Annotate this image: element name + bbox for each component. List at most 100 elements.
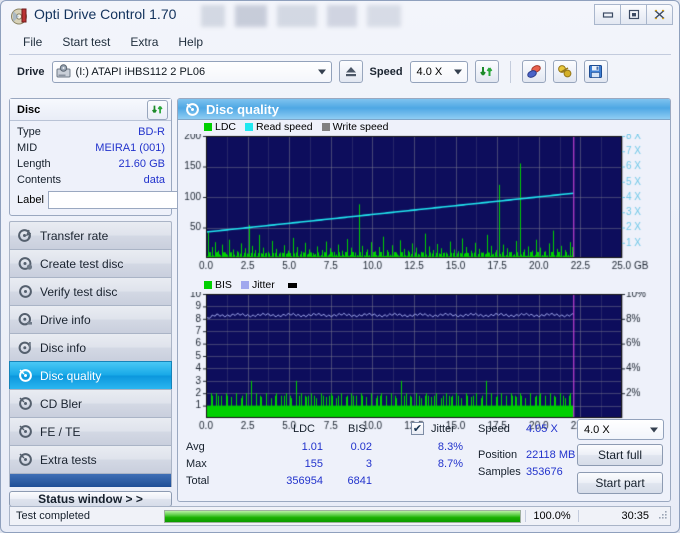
- disc-transfer-icon: [18, 229, 32, 242]
- disc-verify-icon: [19, 285, 32, 298]
- results-header-ldc: LDC: [293, 423, 316, 435]
- disc-value-mid: MEIRA1 (001): [95, 142, 165, 154]
- sidebar-item-label: Verify test disc: [40, 284, 118, 299]
- settings-button[interactable]: [552, 60, 577, 83]
- eject-button[interactable]: [338, 60, 363, 83]
- position-label: Position: [478, 449, 518, 461]
- fe-te-icon: [19, 425, 32, 438]
- chart-bottom: [178, 292, 670, 434]
- blurred-overlay-text: [201, 5, 401, 27]
- status-window-button[interactable]: Status window > >: [9, 491, 172, 507]
- results-max-bis: 3: [365, 458, 372, 470]
- sidebar-item-disc-info[interactable]: Disc info: [9, 333, 172, 361]
- disc-properties: Type BD-R MID MEIRA1 (001) Length 21.60 …: [10, 121, 251, 215]
- sidebar-item-drive-info[interactable]: Drive info: [9, 305, 172, 333]
- close-button[interactable]: [646, 4, 673, 25]
- legend-swatch-ldc: [204, 123, 212, 131]
- menu-item-start-test[interactable]: Start test: [52, 33, 120, 51]
- sidebar-item-cd-bler[interactable]: CD Bler: [9, 389, 172, 417]
- chart-top-canvas: [178, 134, 668, 274]
- results-header-bis: BIS: [348, 423, 366, 435]
- window-controls: [594, 4, 673, 25]
- window-title: Opti Drive Control 1.70: [34, 6, 177, 22]
- sidebar-item-verify-test-disc[interactable]: Verify test disc: [9, 277, 172, 305]
- speed-result-label: Speed: [478, 423, 510, 435]
- sidebar-item-fe-te[interactable]: FE / TE: [9, 417, 172, 445]
- chart-marker-icon: [287, 282, 297, 288]
- results-row-label-max: Max: [186, 458, 207, 470]
- erase-button[interactable]: [521, 60, 546, 83]
- jitter-checkbox[interactable]: ✔: [411, 422, 424, 435]
- legend-swatch-write-speed: [321, 123, 330, 131]
- sidebar-item-extra-tests[interactable]: Extra tests: [9, 445, 172, 473]
- legend-swatch-read-speed: [245, 123, 254, 131]
- disc-refresh-button[interactable]: [147, 99, 168, 120]
- sidebar-item-label: Disc quality: [40, 368, 102, 383]
- disc-row-mid: MID MEIRA1 (001): [17, 140, 165, 156]
- drive-icon: [56, 64, 71, 78]
- refresh-button[interactable]: [474, 60, 499, 83]
- title-bar: Opti Drive Control 1.70: [1, 1, 679, 31]
- disc-key-mid: MID: [17, 142, 38, 154]
- menu-item-file[interactable]: File: [13, 33, 52, 51]
- results-total-bis: 6841: [347, 475, 372, 487]
- results-header-jitter: Jitter: [431, 423, 455, 435]
- sidebar-nav: Transfer rate Create test disc Verify te…: [9, 221, 172, 487]
- disc-value-contents: data: [143, 174, 165, 186]
- main-panel-header: Disc quality: [178, 99, 670, 120]
- disc-create-icon: [18, 257, 33, 270]
- chevron-down-icon: [453, 69, 462, 74]
- toolbar-separator: [509, 60, 511, 83]
- menu-item-extra[interactable]: Extra: [120, 33, 168, 51]
- drive-select[interactable]: (I:) ATAPI iHBS112 2 PL06: [51, 60, 332, 83]
- disc-key-length: Length: [17, 158, 51, 170]
- legend-ldc: LDC: [204, 121, 236, 133]
- minimize-icon: [602, 12, 613, 18]
- sidebar-item-disc-quality[interactable]: Disc quality: [9, 361, 172, 389]
- disc-value-length: 21.60 GB: [118, 158, 165, 170]
- status-bar: Test completed 100.0% 30:35: [9, 506, 671, 526]
- resize-grip[interactable]: [657, 509, 670, 523]
- disc-key-contents: Contents: [17, 174, 62, 186]
- drive-info-icon: [18, 313, 32, 326]
- results-max-jitter: 8.7%: [437, 458, 463, 470]
- speed-select[interactable]: 4.0 X: [409, 60, 468, 83]
- maximize-icon: [628, 9, 639, 20]
- start-full-button[interactable]: Start full: [577, 444, 663, 466]
- results-avg-ldc: 1.01: [301, 441, 323, 453]
- drive-label: Drive: [17, 65, 45, 78]
- sidebar: Disc Type BD-R MID MEIRA1 (001) Length 2…: [9, 98, 251, 507]
- disc-label-key: Label: [17, 194, 44, 206]
- disc-value-type: BD-R: [138, 126, 165, 138]
- refresh-icon: [152, 105, 163, 114]
- disc-row-type: Type BD-R: [17, 124, 165, 140]
- progress-bar-fill: [165, 510, 520, 522]
- legend-label-jitter: Jitter: [251, 279, 275, 291]
- legend-label-write-speed: Write speed: [332, 121, 389, 133]
- legend-swatch-jitter: [240, 281, 249, 289]
- content-area: Disc Type BD-R MID MEIRA1 (001) Length 2…: [9, 98, 671, 507]
- resize-grip-icon: [659, 511, 667, 519]
- start-part-button[interactable]: Start part: [577, 472, 663, 494]
- save-icon: [589, 65, 603, 78]
- samples-label: Samples: [478, 466, 521, 478]
- sidebar-item-create-test-disc[interactable]: Create test disc: [9, 249, 172, 277]
- main-panel-title: Disc quality: [206, 101, 279, 117]
- sidebar-item-label: FE / TE: [40, 424, 81, 439]
- maximize-button[interactable]: [620, 4, 647, 25]
- progress-bar: [164, 509, 521, 523]
- disc-quality-icon: [19, 369, 32, 382]
- extra-tests-icon: [19, 453, 32, 466]
- sidebar-item-label: Extra tests: [40, 452, 97, 467]
- menu-item-help[interactable]: Help: [168, 33, 213, 51]
- sidebar-item-transfer-rate[interactable]: Transfer rate: [9, 221, 172, 249]
- legend-swatch-bis: [204, 281, 212, 289]
- sidebar-item-label: Drive info: [40, 312, 91, 327]
- samples-value: 353676: [526, 466, 563, 478]
- minimize-button[interactable]: [594, 4, 621, 25]
- save-button[interactable]: [583, 60, 608, 83]
- disc-row-length: Length 21.60 GB: [17, 156, 165, 172]
- legend-label-ldc: LDC: [215, 121, 237, 133]
- test-speed-select[interactable]: 4.0 X: [577, 419, 664, 440]
- refresh-icon: [480, 67, 493, 76]
